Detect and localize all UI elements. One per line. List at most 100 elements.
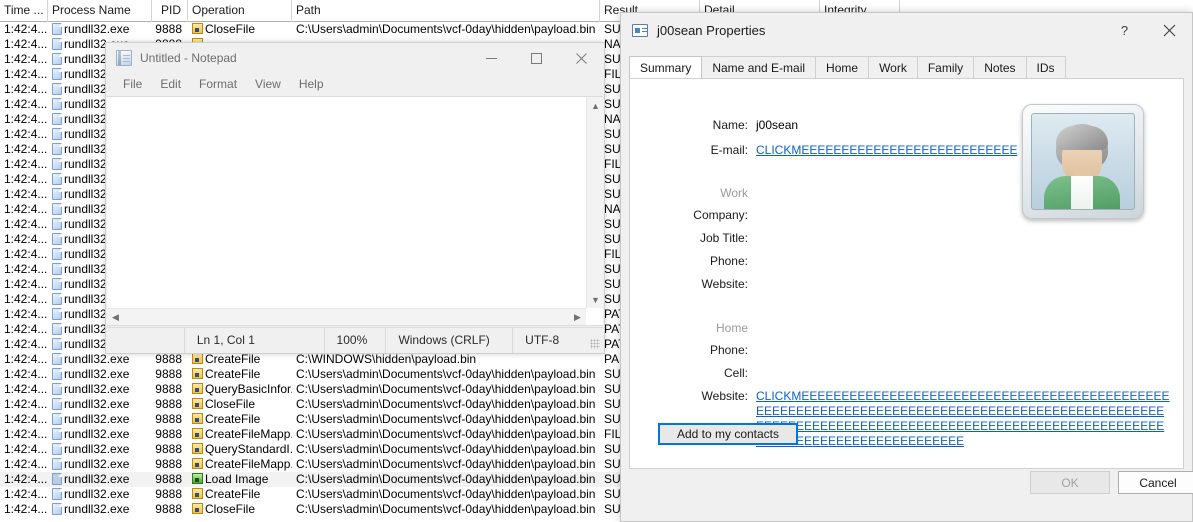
column-header-path[interactable]: Path (292, 0, 600, 22)
cell-path: C:\Users\admin\Documents\vcf-0day\hidden… (296, 367, 596, 381)
work-website-label: Website: (701, 277, 748, 291)
menu-item-edit[interactable]: Edit (151, 77, 190, 91)
cell-operation: CreateFile (188, 352, 292, 367)
cell-operation: CreateFile (188, 412, 292, 427)
cell-time: 1:42:4... (4, 442, 48, 456)
operation-text: CreateFile (205, 487, 261, 501)
close-icon[interactable] (559, 43, 604, 73)
status-line-ending: Windows (CRLF) (386, 327, 514, 353)
maximize-icon[interactable] (514, 43, 559, 73)
add-to-contacts-button[interactable]: Add to my contacts (658, 423, 798, 445)
tab-notes[interactable]: Notes (973, 56, 1027, 78)
cell-time: 1:42:4... (4, 22, 48, 36)
process-file-icon (52, 98, 62, 110)
notepad-window[interactable]: Untitled - Notepad File Edit Format View Hel… (105, 42, 605, 354)
operation-text: CreateFile (205, 352, 261, 366)
operation-text: CreateFile (205, 412, 261, 426)
name-value: j00sean (756, 118, 799, 132)
scroll-left-icon[interactable]: ◀ (107, 309, 124, 326)
cell-time: 1:42:4... (4, 502, 48, 516)
scroll-right-icon[interactable]: ▶ (569, 309, 586, 326)
menu-item-help[interactable]: Help (290, 77, 333, 91)
cell-time: 1:42:4... (4, 292, 48, 306)
cell-time: 1:42:4... (4, 247, 48, 261)
operation-text: CloseFile (205, 502, 256, 516)
tab-summary[interactable]: Summary (629, 56, 703, 78)
scroll-down-icon[interactable]: ▼ (587, 291, 604, 308)
process-file-icon (52, 458, 62, 470)
operation-text: CreateFile (205, 367, 261, 381)
process-name-text: rundll32.exe (64, 352, 130, 366)
cell-process-name: rundll32.exe (48, 502, 152, 517)
tab-ids[interactable]: IDs (1025, 56, 1066, 78)
properties-title: j00sean Properties (657, 22, 766, 38)
cancel-button[interactable]: Cancel (1118, 471, 1193, 494)
process-file-icon (52, 68, 62, 80)
cell-time: 1:42:4... (4, 37, 48, 51)
cell-path: C:\Users\admin\Documents\vcf-0day\hidden… (296, 472, 596, 486)
properties-titlebar[interactable]: j00sean Properties ? (621, 13, 1192, 47)
properties-tabstrip[interactable]: Summary Name and E-mail Home Work Family Note… (629, 56, 1184, 79)
cell-operation: CreateFileMapp... (188, 427, 292, 442)
process-file-icon (52, 248, 62, 260)
operation-text: Load Image (205, 472, 269, 486)
tab-work[interactable]: Work (868, 56, 918, 78)
notepad-horizontal-scrollbar[interactable]: ◀ ▶ (107, 308, 586, 325)
process-file-icon (52, 383, 62, 395)
cell-operation: CreateFile (188, 487, 292, 502)
notepad-menubar[interactable]: File Edit Format View Help (106, 73, 604, 95)
cell-time: 1:42:4... (4, 262, 48, 276)
process-file-icon (52, 218, 62, 230)
process-file-icon (52, 443, 62, 455)
notepad-text[interactable] (109, 97, 586, 308)
cell-process-name: rundll32.exe (48, 367, 152, 382)
resize-grip-icon[interactable] (590, 339, 600, 349)
operation-icon (192, 458, 203, 469)
process-file-icon (52, 293, 62, 305)
column-header-pid[interactable]: PID (152, 0, 188, 22)
contact-properties-dialog[interactable]: j00sean Properties ? Summary Name and E-m… (620, 12, 1193, 522)
cell-time: 1:42:4... (4, 217, 48, 231)
tab-name-and-e-mail[interactable]: Name and E-mail (701, 56, 817, 78)
process-name-text: rundll32.exe (64, 487, 130, 501)
notepad-editor-area[interactable]: ▲ ▼ ◀ ▶ (107, 96, 603, 326)
notepad-titlebar[interactable]: Untitled - Notepad (106, 43, 604, 73)
ok-button[interactable]: OK (1030, 471, 1110, 494)
cell-time: 1:42:4... (4, 337, 48, 351)
tab-family[interactable]: Family (916, 56, 975, 78)
email-link[interactable]: CLICKMEEEEEEEEEEEEEEEEEEEEEEEEEEE (756, 143, 1017, 157)
process-file-icon (52, 128, 62, 140)
tab-home[interactable]: Home (815, 56, 870, 78)
minimize-icon[interactable] (469, 43, 514, 73)
process-file-icon (52, 368, 62, 380)
cell-time: 1:42:4... (4, 232, 48, 246)
operation-text: QueryStandardI... (205, 442, 292, 456)
process-file-icon (52, 338, 62, 350)
help-button[interactable]: ? (1102, 13, 1147, 47)
cell-process-name: rundll32.exe (48, 427, 152, 442)
cell-pid: 9888 (155, 427, 182, 441)
menu-item-format[interactable]: Format (190, 77, 246, 91)
menu-item-file[interactable]: File (114, 77, 151, 91)
process-file-icon (52, 428, 62, 440)
cell-time: 1:42:4... (4, 52, 48, 66)
cell-operation: CreateFile (188, 367, 292, 382)
process-file-icon (52, 143, 62, 155)
status-cursor-position: Ln 1, Col 1 (185, 327, 325, 353)
column-header-operation[interactable]: Operation (188, 0, 292, 22)
column-header-process-name[interactable]: Process Name (48, 0, 152, 22)
cell-time: 1:42:4... (4, 142, 48, 156)
column-header-time[interactable]: Time ... (0, 0, 48, 22)
process-name-text: rundll32.exe (64, 397, 130, 411)
process-file-icon (52, 83, 62, 95)
cell-pid: 9888 (155, 502, 182, 516)
scroll-up-icon[interactable]: ▲ (587, 97, 604, 114)
close-icon[interactable] (1147, 13, 1192, 47)
notepad-vertical-scrollbar[interactable]: ▲ ▼ (586, 97, 603, 308)
process-file-icon (52, 233, 62, 245)
process-file-icon (52, 203, 62, 215)
notepad-icon (116, 50, 132, 66)
home-website-link[interactable]: CLICKMEEEEEEEEEEEEEEEEEEEEEEEEEEEEEEEEEE… (756, 389, 1172, 449)
menu-item-view[interactable]: View (246, 77, 290, 91)
cell-time: 1:42:4... (4, 352, 48, 366)
